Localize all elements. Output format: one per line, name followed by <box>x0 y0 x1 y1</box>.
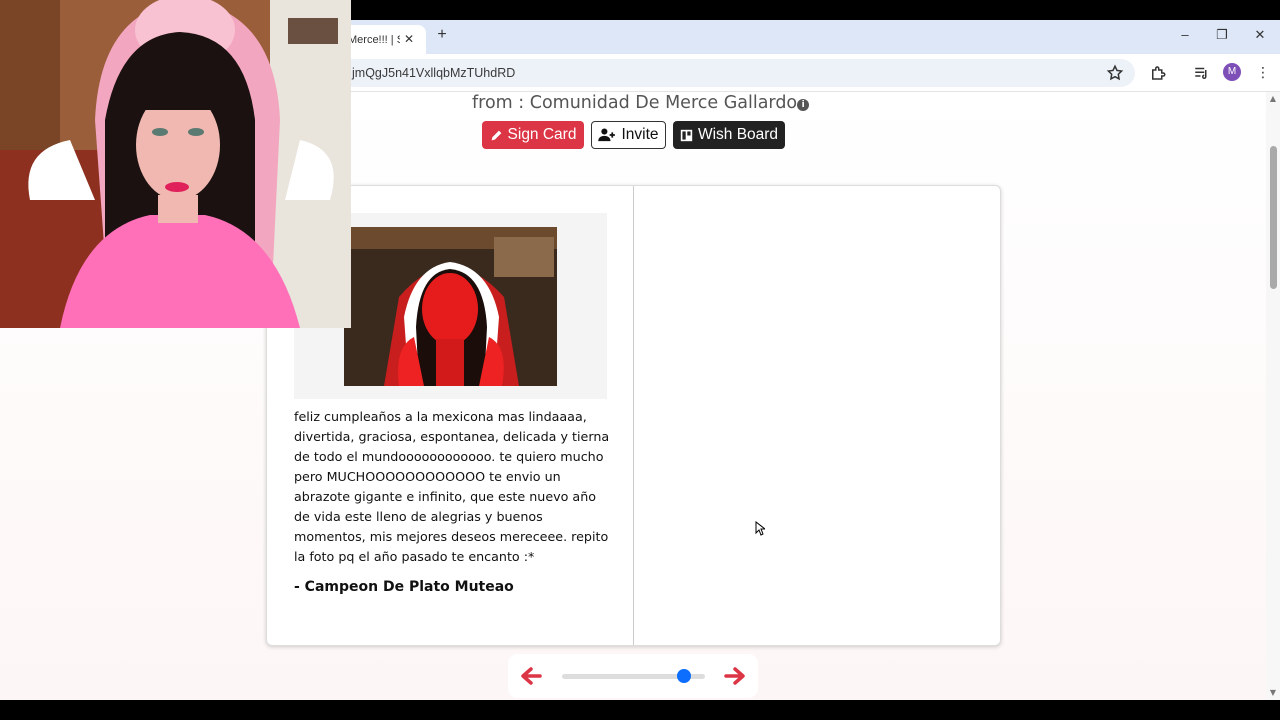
media-queue-icon[interactable] <box>1193 64 1211 82</box>
minimize-icon[interactable]: – <box>1177 27 1193 43</box>
signer-photo[interactable] <box>344 227 557 386</box>
greeting-card: feliz cumpleaños a la mexicona mas linda… <box>266 185 1001 646</box>
mouse-cursor-icon <box>755 521 765 536</box>
webcam-overlay <box>0 0 351 328</box>
invite-button[interactable]: Invite <box>591 121 666 149</box>
wish-board-label: Wish Board <box>697 126 779 143</box>
invite-label: Invite <box>621 126 659 143</box>
page-navigation <box>508 654 758 698</box>
wish-board-button[interactable]: Wish Board <box>673 121 785 149</box>
restore-icon[interactable]: ❐ <box>1214 27 1230 43</box>
address-bar[interactable]: jmQgJ5n41VxllqbMzTUhdRD <box>340 59 1135 87</box>
page-slider-thumb[interactable] <box>676 669 691 683</box>
scroll-up-icon[interactable]: ▲ <box>1269 95 1277 103</box>
kebab-menu-icon[interactable]: ⋮ <box>1256 63 1270 83</box>
tab-title: Merce!!! | S <box>348 33 400 46</box>
close-window-icon[interactable]: ✕ <box>1252 27 1268 43</box>
sign-card-button[interactable]: Sign Card <box>482 121 584 149</box>
star-icon[interactable] <box>1106 64 1124 82</box>
card-fold-divider <box>633 186 634 645</box>
profile-avatar[interactable]: M <box>1223 63 1241 81</box>
screen: Merce!!! | S ✕ + – ❐ ✕ jmQgJ5n41VxllqbMz… <box>0 0 1280 720</box>
scroll-thumb[interactable] <box>1270 146 1277 289</box>
pencil-icon <box>491 130 501 140</box>
board-icon <box>680 129 693 141</box>
bottom-black-bar <box>0 700 1280 720</box>
arrow-left-icon[interactable] <box>520 666 542 686</box>
page-scrollbar[interactable]: ▲ ▼ <box>1266 92 1280 700</box>
arrow-right-icon[interactable] <box>724 666 746 686</box>
tab-close-icon[interactable]: ✕ <box>401 31 417 47</box>
from-text: from : Comunidad De Merce Gallardo <box>472 93 798 113</box>
card-message: feliz cumpleaños a la mexicona mas linda… <box>294 409 610 564</box>
from-line: from : Comunidad De Merce Gallardo i <box>472 93 810 113</box>
new-tab-icon[interactable]: + <box>434 27 450 43</box>
puzzle-icon[interactable] <box>1149 64 1167 82</box>
sign-card-label: Sign Card <box>507 126 577 143</box>
card-signer: - Campeon De Plato Muteao <box>294 579 514 595</box>
info-icon[interactable]: i <box>797 99 810 111</box>
scroll-down-icon[interactable]: ▼ <box>1269 689 1277 697</box>
user-plus-icon <box>598 128 616 142</box>
